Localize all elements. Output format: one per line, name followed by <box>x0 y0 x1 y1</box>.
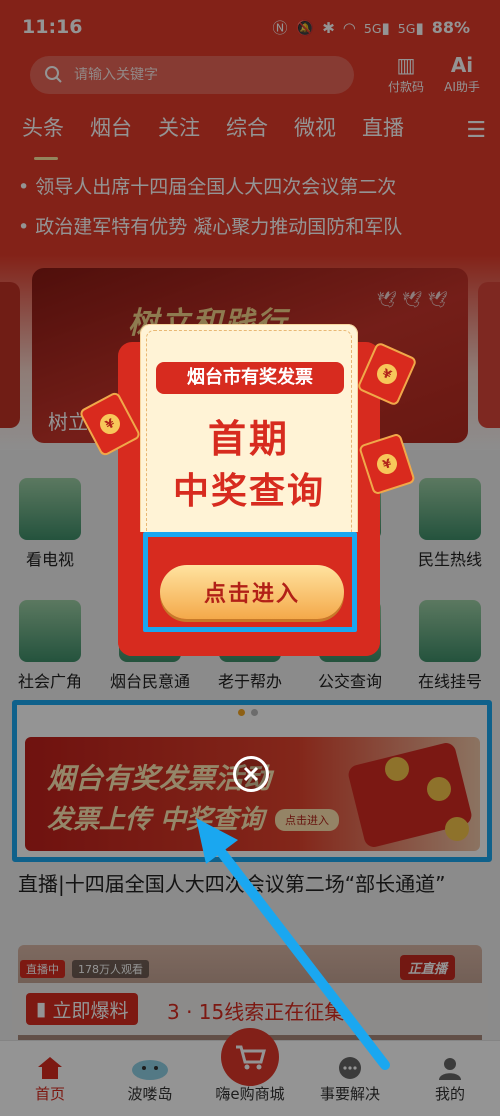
close-icon[interactable] <box>233 756 269 792</box>
popup-ribbon: 烟台市有奖发票 <box>156 362 344 394</box>
enter-button-highlight <box>143 532 357 632</box>
popup-title-line-1: 首期 <box>207 417 290 461</box>
popup-title-line-2: 中奖查询 <box>172 471 325 512</box>
